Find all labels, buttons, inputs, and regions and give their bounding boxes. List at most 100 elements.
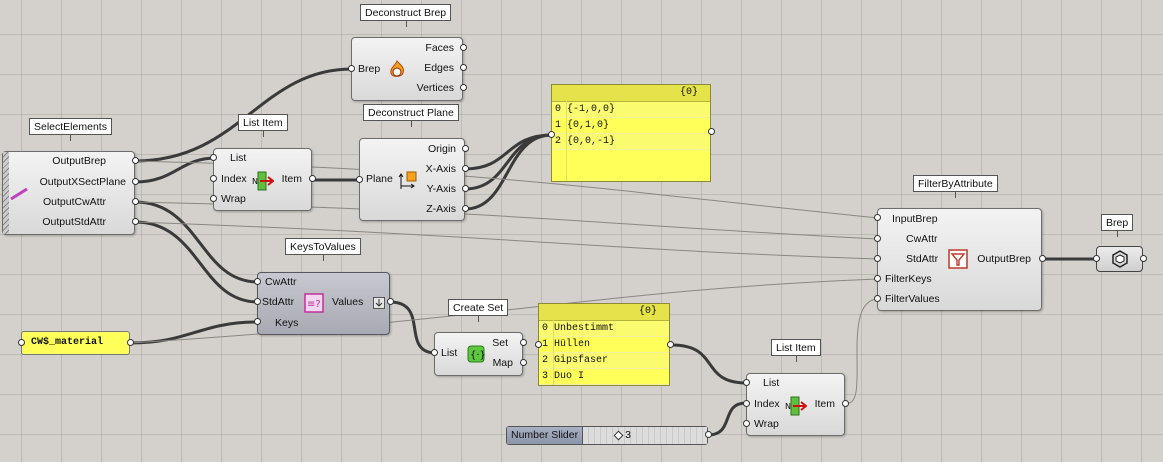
list-item-1-input-wrap: Wrap bbox=[221, 193, 246, 205]
kv-grip-stdattr[interactable] bbox=[254, 298, 261, 305]
svg-text:N: N bbox=[785, 402, 791, 411]
filter-grip-in-1[interactable] bbox=[874, 214, 881, 221]
deconstruct-plane-component[interactable]: Plane Origin X-Axis Y-Axis Z-Axis bbox=[359, 138, 465, 221]
deconstruct-brep-grip-out-2[interactable] bbox=[460, 64, 467, 71]
brep-param-tag: Brep bbox=[1101, 214, 1134, 237]
number-slider-knob[interactable] bbox=[613, 430, 624, 441]
wire-panel-listitem bbox=[670, 343, 748, 385]
brep-param-component[interactable] bbox=[1096, 246, 1143, 272]
panel-axes-grip-out[interactable] bbox=[708, 128, 715, 135]
deconstruct-plane-grip-out-1[interactable] bbox=[462, 145, 469, 152]
create-set-grip-map[interactable] bbox=[520, 359, 527, 366]
deconstruct-brep-grip-out-3[interactable] bbox=[460, 84, 467, 91]
filter-icon bbox=[948, 249, 968, 269]
number-slider-track[interactable]: 3 bbox=[583, 427, 707, 444]
filter-input-filterkeys: FilterKeys bbox=[885, 273, 932, 285]
filter-by-attribute-component[interactable]: InputBrep CwAttr StdAttr FilterKeys Filt… bbox=[877, 208, 1042, 311]
deconstruct-brep-output-edges: Edges bbox=[424, 62, 454, 74]
list-item-2-component[interactable]: List Index Wrap Item N bbox=[746, 373, 845, 436]
deconstruct-brep-grip-in[interactable] bbox=[348, 65, 355, 72]
filter-grip-in-5[interactable] bbox=[874, 295, 881, 302]
brep-param-icon bbox=[1112, 250, 1128, 268]
deconstruct-plane-grip-out-3[interactable] bbox=[462, 185, 469, 192]
wire-values-set bbox=[388, 300, 438, 355]
deconstruct-plane-tag: Deconstruct Plane bbox=[363, 104, 459, 127]
brep-param-grip-out[interactable] bbox=[1140, 255, 1147, 262]
filter-grip-in-3[interactable] bbox=[874, 255, 881, 262]
brep-param-grip-in[interactable] bbox=[1093, 255, 1100, 262]
panel-values-row: 3 Duo I bbox=[539, 369, 669, 385]
list-item-2-tag: List Item bbox=[771, 339, 821, 362]
panel-values-grip-in[interactable] bbox=[535, 341, 542, 348]
list-item-1-grip-list[interactable] bbox=[210, 154, 217, 161]
list-item-1-grip-index[interactable] bbox=[210, 175, 217, 182]
deconstruct-plane-icon bbox=[398, 171, 417, 189]
cw-material-param[interactable]: CW$_material bbox=[21, 331, 130, 355]
filter-input-filtervalues: FilterValues bbox=[885, 293, 940, 305]
kv-grip-keys[interactable] bbox=[254, 318, 261, 325]
select-elements-component[interactable]: OutputBrep OutputXSectPlane OutputCwAttr… bbox=[2, 151, 135, 235]
deconstruct-brep-icon bbox=[390, 60, 404, 77]
list-item-1-grip-wrap[interactable] bbox=[210, 195, 217, 202]
wire-yaxis bbox=[463, 133, 554, 191]
panel-values[interactable]: {0} 0 Unbestimmt 1 Hüllen 2 Gipsfaser 3 … bbox=[538, 303, 670, 386]
deconstruct-plane-output-xaxis: X-Axis bbox=[425, 163, 456, 175]
panel-values-divider bbox=[553, 320, 554, 385]
cw-material-grip-in[interactable] bbox=[18, 339, 25, 346]
deconstruct-brep-tag: Deconstruct Brep bbox=[360, 4, 452, 27]
select-elements-output-xsect: OutputXSectPlane bbox=[39, 176, 126, 188]
create-set-component[interactable]: List Set Map {·} bbox=[434, 332, 523, 376]
create-set-icon: {·} bbox=[467, 345, 485, 363]
svg-text:{·}: {·} bbox=[470, 350, 485, 361]
wire-zaxis bbox=[463, 133, 554, 211]
deconstruct-plane-grip-out-4[interactable] bbox=[462, 205, 469, 212]
list-item-2-grip-item[interactable] bbox=[842, 400, 849, 407]
select-elements-output-stdattr: OutputStdAttr bbox=[42, 216, 106, 228]
filter-grip-in-2[interactable] bbox=[874, 235, 881, 242]
svg-text:N: N bbox=[252, 177, 258, 186]
filter-grip-in-4[interactable] bbox=[874, 275, 881, 282]
filter-grip-out[interactable] bbox=[1039, 255, 1046, 262]
filter-input-cwattr: CwAttr bbox=[906, 233, 938, 245]
panel-axes-row: 0 {-1,0,0} bbox=[552, 102, 710, 118]
list-item-2-grip-index[interactable] bbox=[743, 400, 750, 407]
deconstruct-plane-output-zaxis: Z-Axis bbox=[426, 203, 456, 215]
select-elements-icon bbox=[10, 188, 28, 200]
deconstruct-plane-grip-out-2[interactable] bbox=[462, 165, 469, 172]
select-elements-grip-4[interactable] bbox=[132, 218, 139, 225]
list-item-1-component[interactable]: List Index Wrap Item N bbox=[213, 148, 312, 211]
deconstruct-brep-grip-out-1[interactable] bbox=[460, 44, 467, 51]
deconstruct-brep-component[interactable]: Brep Faces Edges Vertices bbox=[351, 37, 463, 101]
list-item-2-grip-wrap[interactable] bbox=[743, 420, 750, 427]
wire-cwattr-kv bbox=[133, 200, 260, 284]
filter-by-attribute-tag: FilterByAttribute bbox=[913, 175, 998, 198]
select-elements-grip-1[interactable] bbox=[132, 157, 139, 164]
number-slider[interactable]: Number Slider 3 bbox=[506, 426, 708, 445]
wire-slider-index bbox=[706, 401, 748, 437]
create-set-grip-set[interactable] bbox=[520, 339, 527, 346]
kv-expand-icon[interactable] bbox=[373, 297, 385, 309]
keys-to-values-component[interactable]: CwAttr StdAttr Keys Values ≡? bbox=[257, 272, 390, 335]
filter-input-brep: InputBrep bbox=[892, 213, 938, 225]
kv-input-cwattr: CwAttr bbox=[265, 276, 297, 288]
cw-material-grip-out[interactable] bbox=[127, 339, 134, 346]
list-item-1-grip-item[interactable] bbox=[309, 175, 316, 182]
number-slider-grip-out[interactable] bbox=[705, 431, 712, 438]
list-item-2-input-wrap: Wrap bbox=[754, 418, 779, 430]
select-elements-grip-3[interactable] bbox=[132, 198, 139, 205]
select-elements-output-brep: OutputBrep bbox=[52, 155, 106, 167]
list-item-2-grip-list[interactable] bbox=[743, 379, 750, 386]
deconstruct-brep-output-vertices: Vertices bbox=[416, 82, 454, 94]
create-set-grip-in[interactable] bbox=[431, 349, 438, 356]
deconstruct-brep-output-faces: Faces bbox=[425, 42, 454, 54]
deconstruct-plane-grip-in[interactable] bbox=[356, 176, 363, 183]
deconstruct-plane-input-plane: Plane bbox=[366, 173, 393, 185]
deconstruct-plane-output-yaxis: Y-Axis bbox=[426, 183, 456, 195]
panel-axes[interactable]: {0} 0 {-1,0,0} 1 {0,1,0} 2 {0,0,-1} bbox=[551, 84, 711, 182]
kv-grip-values[interactable] bbox=[387, 298, 394, 305]
kv-grip-cwattr[interactable] bbox=[254, 278, 261, 285]
kv-input-stdattr: StdAttr bbox=[262, 296, 295, 308]
panel-axes-grip-in[interactable] bbox=[548, 131, 555, 138]
panel-values-grip-out[interactable] bbox=[667, 341, 674, 348]
select-elements-grip-2[interactable] bbox=[132, 178, 139, 185]
